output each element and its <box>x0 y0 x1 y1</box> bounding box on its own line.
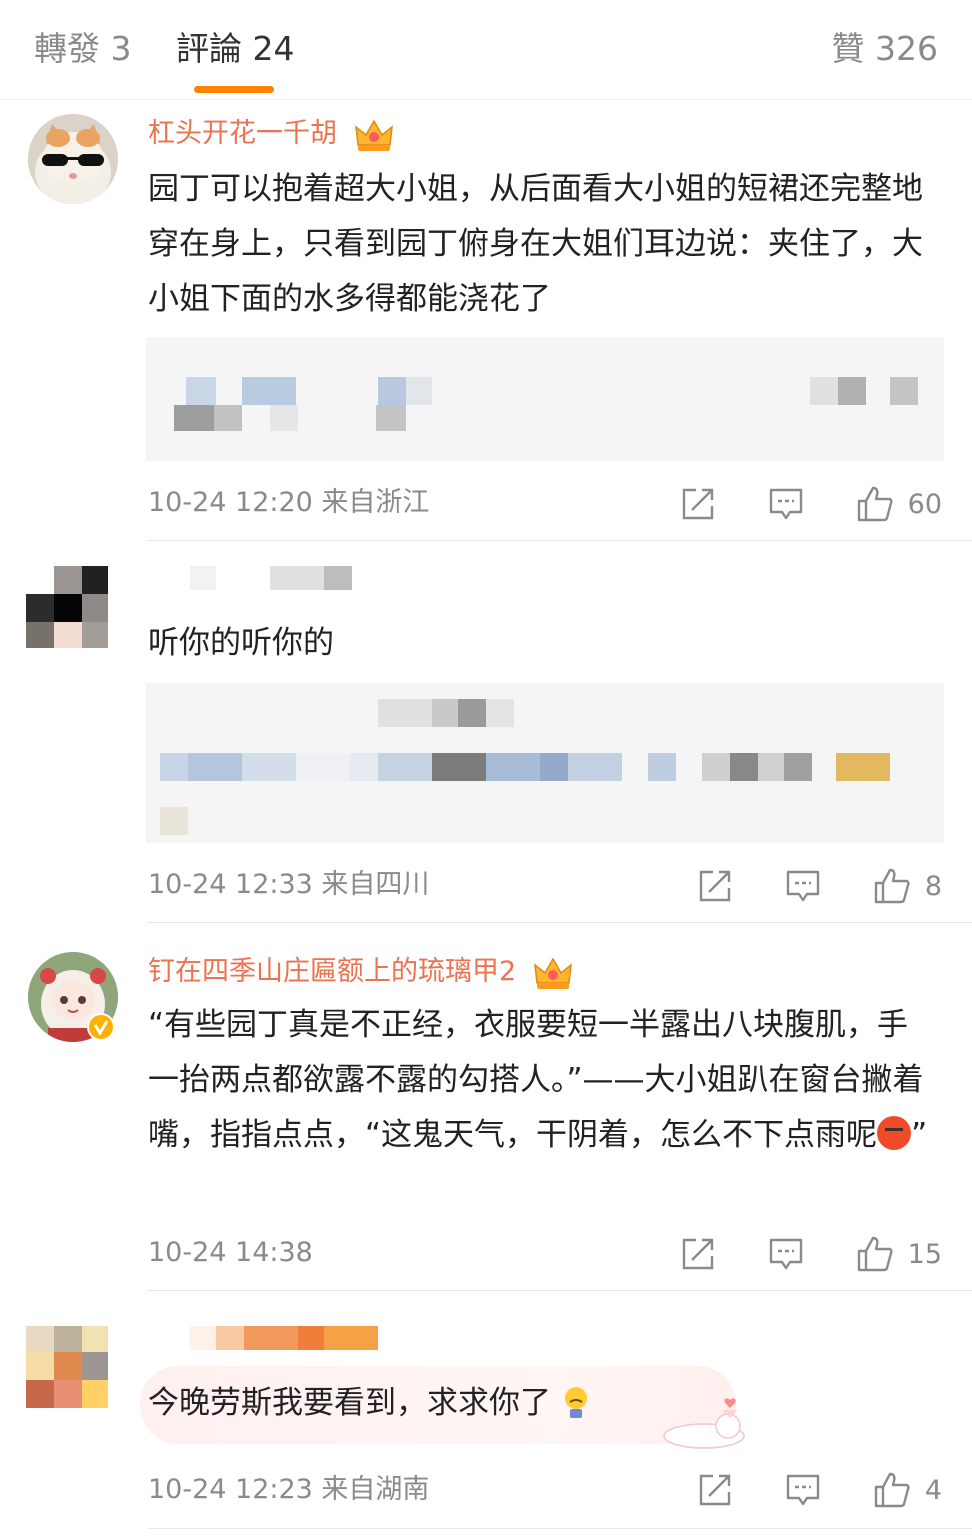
divider <box>148 1528 972 1529</box>
comment-actions: 4 <box>645 1470 942 1510</box>
repost-icon <box>699 870 731 902</box>
tab-likes[interactable]: 贊 326 <box>832 28 938 70</box>
comment-text: 听你的听你的 <box>148 625 334 661</box>
like-icon <box>874 868 910 904</box>
hidden-content-box <box>146 337 944 461</box>
avatar[interactable] <box>26 1326 108 1408</box>
avatar[interactable] <box>28 114 118 204</box>
reply-icon <box>769 488 802 520</box>
reply-icon <box>786 870 820 902</box>
reply-icon <box>786 1474 820 1506</box>
comment-text: 园丁可以抱着超大小姐，从后面看大小姐的短裙还完整地穿在身上，只看到园丁俯身在大姐… <box>148 171 923 317</box>
comment-actions: 15 <box>628 1234 942 1274</box>
verified-badge-icon <box>87 1013 115 1041</box>
obscured-username <box>270 566 324 590</box>
like-icon <box>874 1472 910 1508</box>
obscured-username <box>324 566 352 590</box>
repost-icon <box>699 1474 731 1506</box>
crown-icon <box>533 956 572 989</box>
divider <box>148 540 972 541</box>
reply-button[interactable] <box>768 487 804 521</box>
like-button[interactable]: 8 <box>873 867 942 905</box>
crown-icon <box>354 118 393 151</box>
like-button[interactable]: 60 <box>856 485 942 523</box>
obscured-username <box>190 1326 216 1350</box>
comment-meta: 10-24 14:38 <box>148 1237 313 1268</box>
sad-emoji-icon <box>564 1387 587 1418</box>
like-button[interactable]: 4 <box>873 1471 942 1509</box>
reply-button[interactable] <box>785 869 821 903</box>
like-count: 8 <box>924 870 942 902</box>
divider <box>148 922 972 923</box>
reply-button[interactable] <box>785 1473 821 1507</box>
repost-icon <box>682 488 713 520</box>
cat-avatar-image <box>28 114 118 204</box>
comment-meta: 10-24 12:33 来自四川 <box>148 869 430 900</box>
like-icon <box>857 1236 893 1272</box>
active-tab-indicator <box>194 86 274 93</box>
comment-actions: 8 <box>645 866 942 906</box>
comment-actions: 60 <box>628 484 942 524</box>
username-row: 钉在四季山庄匾额上的琉璃甲2 <box>148 954 573 991</box>
like-button[interactable]: 15 <box>856 1235 942 1273</box>
obscured-username <box>324 1326 378 1350</box>
username-row: 杠头开花一千胡 <box>148 116 394 153</box>
repost-button[interactable] <box>680 1236 716 1272</box>
comment-text: “有些园丁真是不正经，衣服要短一半露出八块腹肌，手一抬两点都欲露不露的勾搭人。”… <box>148 998 938 1163</box>
comment-text: 今晚劳斯我要看到，求求你了 <box>148 1376 708 1431</box>
repost-icon <box>682 1238 713 1270</box>
like-icon <box>857 486 893 522</box>
username[interactable]: 钉在四季山庄匾额上的琉璃甲2 <box>148 956 516 987</box>
username[interactable]: 杠头开花一千胡 <box>148 118 337 149</box>
reply-icon <box>769 1238 802 1270</box>
comment-text-body: “有些园丁真是不正经，衣服要短一半露出八块腹肌，手一抬两点都欲露不露的勾搭人。”… <box>148 1007 924 1153</box>
obscured-username <box>244 1326 298 1350</box>
like-count: 15 <box>907 1238 942 1270</box>
comment-text-end: ” <box>911 1117 928 1153</box>
comment-tab-bar: 轉發 3 評論 24 贊 326 <box>0 0 972 100</box>
obscured-username <box>298 1326 324 1350</box>
obscured-username <box>216 1326 244 1350</box>
repost-button[interactable] <box>680 486 716 522</box>
avatar[interactable] <box>26 566 108 648</box>
divider <box>148 1290 972 1291</box>
repost-button[interactable] <box>697 1472 733 1508</box>
like-count: 4 <box>924 1474 942 1506</box>
repost-button[interactable] <box>697 868 733 904</box>
angry-emoji-icon <box>877 1116 912 1150</box>
obscured-username <box>190 566 216 590</box>
reply-button[interactable] <box>768 1237 804 1271</box>
hidden-content-box <box>146 683 944 843</box>
like-count: 60 <box>907 488 942 520</box>
comment-meta: 10-24 12:20 来自浙江 <box>148 487 430 518</box>
comment-meta: 10-24 12:23 来自湖南 <box>148 1474 430 1505</box>
tab-reposts[interactable]: 轉發 3 <box>34 28 132 70</box>
tab-comments[interactable]: 評論 24 <box>176 28 294 70</box>
comment-text-body: 今晚劳斯我要看到，求求你了 <box>148 1385 551 1421</box>
